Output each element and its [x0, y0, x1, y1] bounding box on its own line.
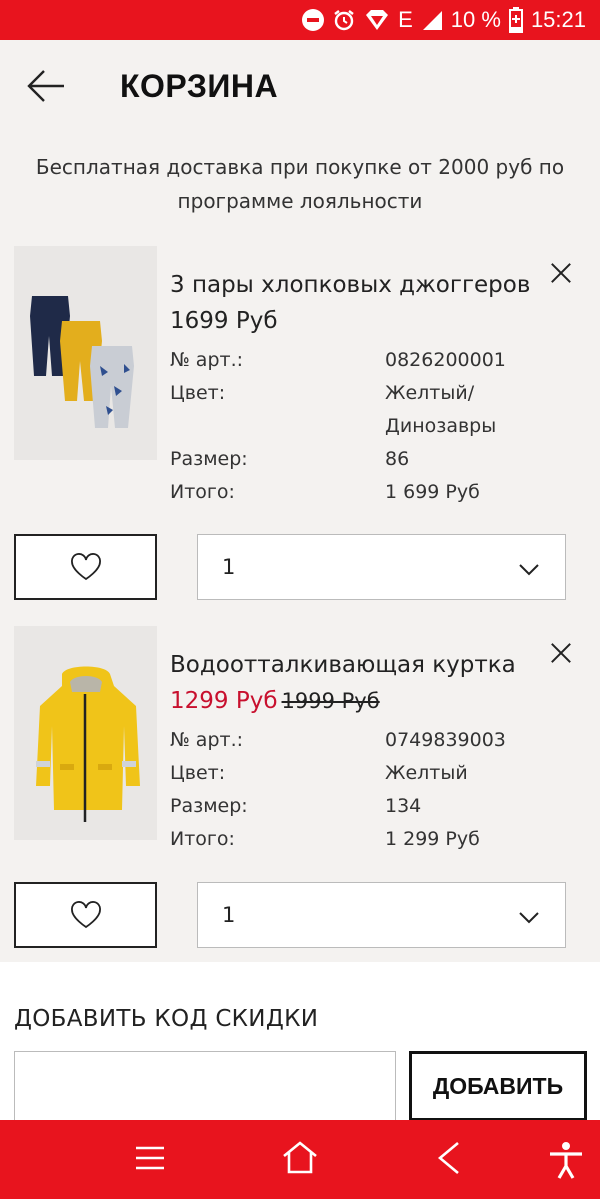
chevron-down-icon — [519, 557, 539, 581]
network-type: E — [398, 7, 413, 32]
product-details: № арт.: 0826200001 Цвет: Желтый/ Динозавры… — [170, 344, 590, 509]
color-value: Желтый — [385, 762, 468, 784]
art-label: № арт.: — [170, 729, 244, 751]
add-to-favorites-button[interactable] — [14, 882, 157, 948]
art-value: 0826200001 — [385, 349, 506, 371]
heart-icon — [70, 553, 101, 581]
size-value: 134 — [385, 795, 422, 817]
status-bar: E 10 % 15:21 — [0, 0, 600, 40]
size-value: 86 — [385, 448, 410, 470]
system-nav-bar — [0, 1120, 600, 1199]
color-value: Желтый/ — [385, 382, 475, 404]
home-icon[interactable] — [280, 1140, 320, 1180]
color-label: Цвет: — [170, 762, 226, 784]
free-delivery-banner: Бесплатная доставка при покупке от 2000 … — [35, 155, 565, 213]
art-value: 0749839003 — [385, 729, 506, 751]
remove-item-icon[interactable] — [550, 642, 572, 664]
color-value-cont: Динозавры — [385, 415, 497, 437]
battery-level: 10 % — [450, 7, 501, 32]
signal-icon — [421, 9, 443, 31]
total-value: 1 699 Руб — [385, 481, 480, 503]
add-to-favorites-button[interactable] — [14, 534, 157, 600]
vpn-icon — [364, 9, 390, 31]
size-label: Размер: — [170, 795, 248, 817]
color-label: Цвет: — [170, 382, 226, 404]
total-label: Итого: — [170, 828, 235, 850]
total-value: 1 299 Руб — [385, 828, 480, 850]
add-discount-button[interactable]: ДОБАВИТЬ — [409, 1051, 587, 1121]
product-image-jacket[interactable] — [14, 626, 157, 840]
alarm-icon — [332, 8, 356, 32]
menu-icon[interactable] — [132, 1140, 172, 1180]
back-icon[interactable] — [432, 1140, 472, 1180]
do-not-disturb-icon — [302, 9, 325, 31]
product-price: 1699 Руб — [170, 308, 278, 334]
product-price: 1299 Руб 1999 Руб — [170, 688, 380, 714]
battery-icon — [508, 7, 523, 33]
heart-icon — [70, 901, 101, 929]
page-title: КОРЗИНА — [120, 68, 279, 104]
back-arrow-icon[interactable] — [26, 68, 66, 104]
product-image-joggers[interactable] — [14, 246, 157, 460]
art-label: № арт.: — [170, 349, 244, 371]
discount-title: ДОБАВИТЬ КОД СКИДКИ — [14, 1006, 319, 1032]
remove-item-icon[interactable] — [550, 262, 572, 284]
quantity-select[interactable]: 1 — [197, 534, 566, 600]
quantity-value: 1 — [222, 903, 236, 927]
size-label: Размер: — [170, 448, 248, 470]
total-label: Итого: — [170, 481, 235, 503]
app-bar: КОРЗИНА — [0, 40, 600, 132]
clock: 15:21 — [530, 7, 586, 32]
product-name[interactable]: Водоотталкивающая куртка — [170, 652, 516, 678]
accessibility-icon[interactable] — [546, 1140, 586, 1180]
sale-price: 1299 Руб — [170, 688, 278, 714]
product-name[interactable]: 3 пары хлопковых джоггеров — [170, 272, 530, 298]
discount-code-input[interactable] — [14, 1051, 396, 1131]
quantity-select[interactable]: 1 — [197, 882, 566, 948]
old-price: 1999 Руб — [281, 689, 380, 713]
quantity-value: 1 — [222, 555, 236, 579]
product-details: № арт.: 0749839003 Цвет: Желтый Размер: 134… — [170, 724, 590, 856]
chevron-down-icon — [519, 905, 539, 929]
price-value: 1699 Руб — [170, 308, 278, 334]
